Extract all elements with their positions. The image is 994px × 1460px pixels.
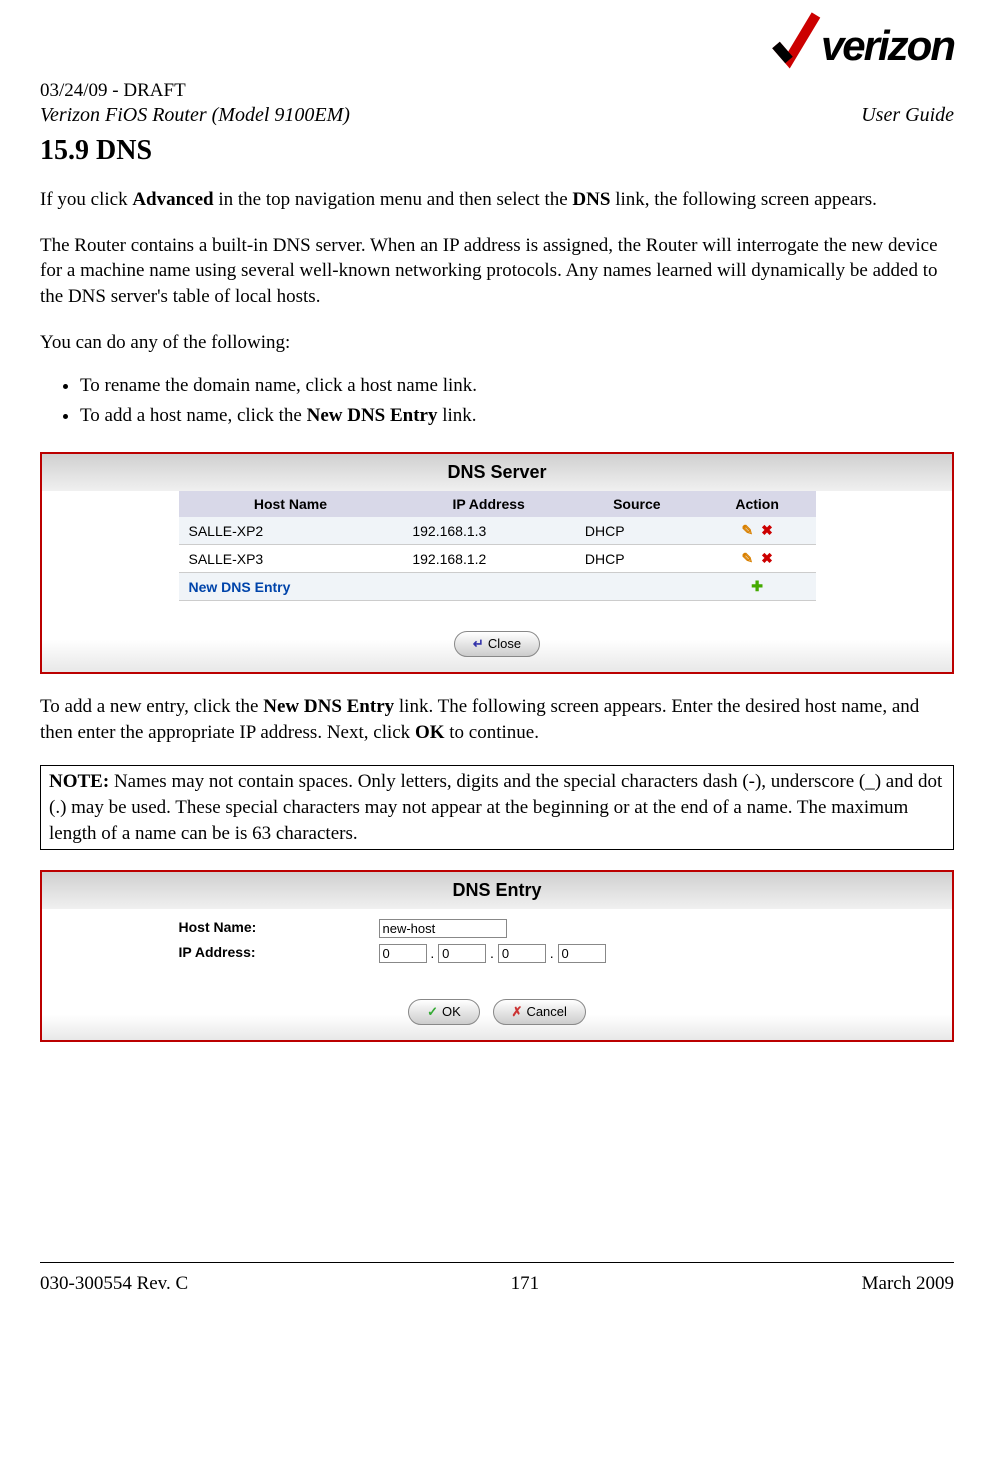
footer-date: March 2009 <box>862 1273 954 1295</box>
ok-button[interactable]: OK <box>408 999 480 1025</box>
note-label: NOTE: <box>49 771 109 792</box>
action-cell <box>699 573 816 601</box>
ip-address-row: IP Address: . . . <box>179 944 816 963</box>
list-item: To rename the domain name, click a host … <box>80 375 954 397</box>
draft-date: 03/24/09 - DRAFT <box>40 80 954 102</box>
dns-server-screenshot: DNS Server Host Name IP Address Source A… <box>40 452 954 674</box>
ip-octet-2[interactable] <box>438 944 486 963</box>
logo-text: verizon <box>821 22 954 70</box>
product-name: Verizon FiOS Router (Model 9100EM) <box>40 104 350 127</box>
button-row: OK Cancel <box>42 969 952 1040</box>
page-footer: 030-300554 Rev. C 171 March 2009 <box>40 1262 954 1295</box>
ip-cell: 192.168.1.2 <box>402 545 575 573</box>
screenshot-title: DNS Server <box>42 454 952 491</box>
add-icon[interactable] <box>751 578 763 594</box>
delete-icon[interactable] <box>761 522 773 538</box>
ip-octet-3[interactable] <box>498 944 546 963</box>
verizon-logo: verizon <box>771 10 954 70</box>
ip-octet-1[interactable] <box>379 944 427 963</box>
intro-paragraph-2: The Router contains a built-in DNS serve… <box>40 233 954 310</box>
dns-entry-screenshot: DNS Entry Host Name: IP Address: . . . O… <box>40 870 954 1042</box>
ip-inputs: . . . <box>379 944 606 963</box>
host-name-row: Host Name: <box>179 919 816 938</box>
section-title: 15.9 DNS <box>40 135 954 167</box>
dns-table: Host Name IP Address Source Action SALLE… <box>179 491 816 601</box>
col-action: Action <box>699 491 816 517</box>
host-link[interactable]: SALLE-XP3 <box>179 545 403 573</box>
logo-container: verizon <box>40 10 954 70</box>
action-cell <box>699 517 816 545</box>
col-ip: IP Address <box>402 491 575 517</box>
note-box: NOTE: Names may not contain spaces. Only… <box>40 765 954 850</box>
edit-icon[interactable] <box>741 550 757 566</box>
screenshot-title: DNS Entry <box>42 872 952 909</box>
host-name-input[interactable] <box>379 919 507 938</box>
intro-paragraph-1: If you click Advanced in the top navigat… <box>40 187 954 213</box>
verizon-check-icon <box>771 10 821 70</box>
header-row: Verizon FiOS Router (Model 9100EM) User … <box>40 104 954 127</box>
col-source: Source <box>575 491 699 517</box>
new-entry-row: New DNS Entry <box>179 573 816 601</box>
paragraph-4: To add a new entry, click the New DNS En… <box>40 694 954 745</box>
button-row: Close <box>42 601 952 672</box>
close-button[interactable]: Close <box>454 631 540 657</box>
source-cell: DHCP <box>575 545 699 573</box>
guide-label: User Guide <box>861 104 954 127</box>
delete-icon[interactable] <box>761 550 773 566</box>
intro-paragraph-3: You can do any of the following: <box>40 330 954 356</box>
edit-icon[interactable] <box>741 522 757 538</box>
note-text: Names may not contain spaces. Only lette… <box>49 771 942 843</box>
action-cell <box>699 545 816 573</box>
ip-address-label: IP Address: <box>179 944 379 963</box>
ip-cell: 192.168.1.3 <box>402 517 575 545</box>
list-item: To add a host name, click the New DNS En… <box>80 405 954 427</box>
table-row: SALLE-XP2 192.168.1.3 DHCP <box>179 517 816 545</box>
col-host: Host Name <box>179 491 403 517</box>
host-link[interactable]: SALLE-XP2 <box>179 517 403 545</box>
table-row: SALLE-XP3 192.168.1.2 DHCP <box>179 545 816 573</box>
action-list: To rename the domain name, click a host … <box>40 375 954 427</box>
dns-entry-form: Host Name: IP Address: . . . <box>179 919 816 963</box>
footer-page: 171 <box>511 1273 540 1295</box>
source-cell: DHCP <box>575 517 699 545</box>
host-name-label: Host Name: <box>179 919 379 938</box>
new-dns-entry-link[interactable]: New DNS Entry <box>179 573 403 601</box>
footer-rev: 030-300554 Rev. C <box>40 1273 188 1295</box>
ip-octet-4[interactable] <box>558 944 606 963</box>
cancel-button[interactable]: Cancel <box>493 999 586 1025</box>
